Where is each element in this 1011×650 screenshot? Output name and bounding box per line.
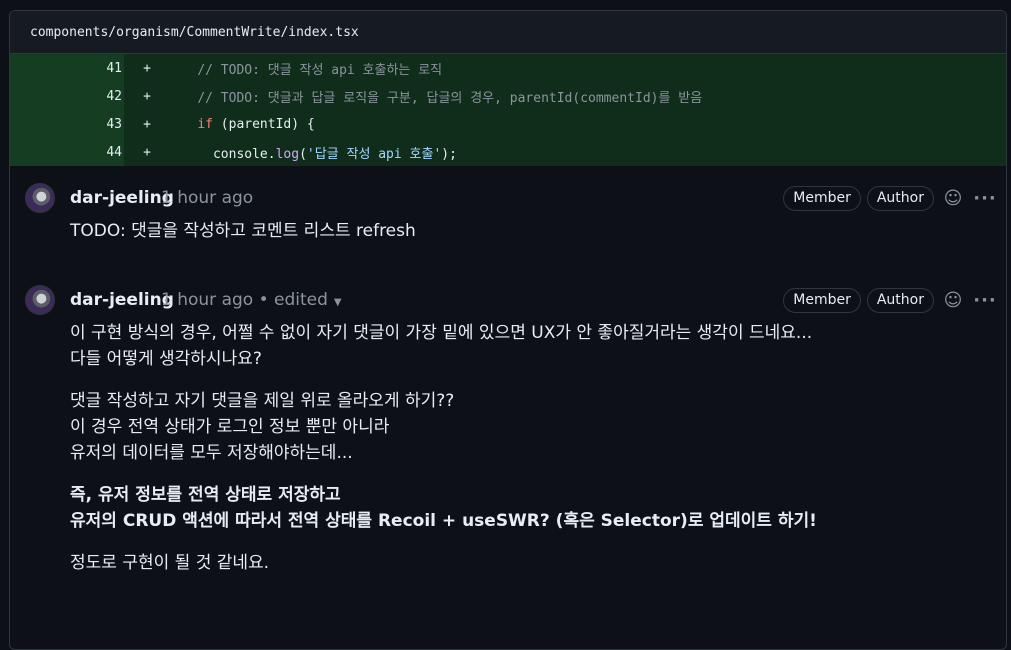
diff-add-marker: + (143, 144, 151, 160)
diff-add-marker: + (143, 60, 151, 76)
comment-paragraph: 댓글 작성하고 자기 댓글을 제일 위로 올라오게 하기?? 이 경우 전역 상태… (70, 391, 455, 463)
diff-hunk: 41 + // TODO: 댓글 작성 api 호출하는 로직 42 + // TOD… (10, 54, 1006, 166)
comment-paragraph: 이 구현 방식의 경우, 어쩔 수 없이 자기 댓글이 가장 밑에 있으면 UX… (70, 323, 813, 369)
comment-timestamp[interactable]: 1 hour ago (161, 188, 253, 208)
kebab-icon[interactable]: ··· (972, 188, 998, 209)
author-badge: Author (866, 185, 934, 211)
comment-paragraph: TODO: 댓글을 작성하고 코멘트 리스트 refresh (70, 221, 416, 241)
comment-body: TODO: 댓글을 작성하고 코멘트 리스트 refresh (10, 218, 1006, 244)
author-name[interactable]: dar-jeeling (70, 188, 174, 208)
comment-paragraph: 정도로 구현이 될 것 같네요. (70, 553, 270, 573)
comment-header: dar-jeeling 1 hour ago Member Author ☺ ··· (10, 178, 1006, 218)
diff-add-marker: + (143, 88, 151, 104)
review-comment: dar-jeeling 1 hour ago • edited ▼ Member Aut… (10, 260, 1006, 576)
code-text: // TODO: 댓글 작성 api 호출하는 로직 (197, 62, 443, 78)
code-text: if (parentId) { (197, 116, 315, 132)
comment-paragraph: 즉, 유저 정보를 전역 상태로 저장하고 유저의 CRUD 액션에 따라서 전역… (70, 485, 817, 531)
code-text: console.log('답글 작성 api 호출'); (212, 146, 457, 162)
author-badge: Author (866, 287, 934, 313)
member-badge: Member (783, 185, 861, 211)
code-text: // TODO: 댓글과 답글 로직을 구분, 답글의 경우, parentId… (197, 90, 703, 106)
line-number[interactable]: 42 (10, 82, 124, 110)
line-number[interactable]: 43 (10, 110, 124, 138)
comment-timestamp[interactable]: 1 hour ago • edited ▼ (161, 290, 342, 310)
diff-line[interactable]: 43 + if (parentId) { (10, 110, 1006, 138)
comments-list: dar-jeeling 1 hour ago Member Author ☺ ··· TOD… (10, 166, 1006, 576)
line-number[interactable]: 44 (10, 138, 124, 166)
file-path[interactable]: components/organism/CommentWrite/index.t… (30, 25, 359, 40)
line-number[interactable]: 41 (10, 54, 124, 82)
avatar[interactable] (25, 285, 55, 315)
diff-line[interactable]: 42 + // TODO: 댓글과 답글 로직을 구분, 답글의 경우, pare… (10, 82, 1006, 110)
edit-history-chevron-icon[interactable]: ▼ (334, 297, 342, 308)
smiley-icon[interactable]: ☺ (940, 290, 966, 311)
diff-line[interactable]: 41 + // TODO: 댓글 작성 api 호출하는 로직 (10, 54, 1006, 82)
file-path-header[interactable]: components/organism/CommentWrite/index.t… (10, 11, 1006, 54)
review-comment: dar-jeeling 1 hour ago Member Author ☺ ··· TOD… (10, 166, 1006, 244)
diff-add-marker: + (143, 116, 151, 132)
diff-line[interactable]: 44 + console.log('답글 작성 api 호출'); (10, 138, 1006, 166)
comment-actions: Member Author ☺ ··· (783, 287, 998, 313)
member-badge: Member (783, 287, 861, 313)
kebab-icon[interactable]: ··· (972, 290, 998, 311)
comment-body: 이 구현 방식의 경우, 어쩔 수 없이 자기 댓글이 가장 밑에 있으면 UX… (10, 320, 1006, 576)
avatar[interactable] (25, 183, 55, 213)
comment-actions: Member Author ☺ ··· (783, 185, 998, 211)
review-thread: components/organism/CommentWrite/index.t… (9, 10, 1007, 650)
comment-header: dar-jeeling 1 hour ago • edited ▼ Member Aut… (10, 280, 1006, 320)
smiley-icon[interactable]: ☺ (940, 188, 966, 209)
author-name[interactable]: dar-jeeling (70, 290, 174, 310)
